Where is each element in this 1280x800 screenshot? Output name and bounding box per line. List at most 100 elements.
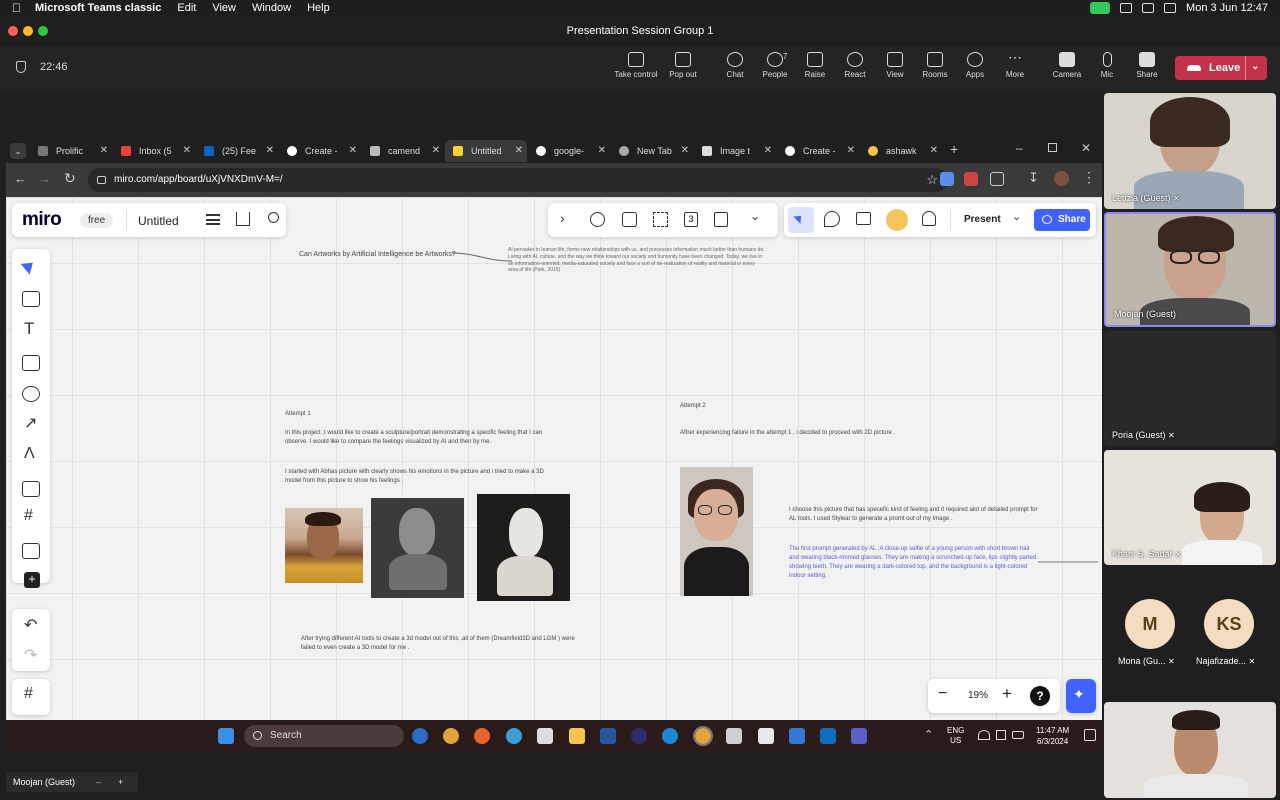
tab-inbox[interactable]: Inbox (5 ✕ <box>113 140 195 162</box>
close-tab-icon[interactable]: ✕ <box>349 140 357 162</box>
cursor-tool-active[interactable] <box>788 207 814 233</box>
plan-badge[interactable]: free <box>80 213 114 228</box>
battery-icon[interactable] <box>1142 3 1155 13</box>
more-tools-icon[interactable]: ⌄ <box>750 209 760 223</box>
self-view-tile[interactable] <box>1104 702 1276 798</box>
user-avatar[interactable] <box>886 209 908 231</box>
close-tab-icon[interactable]: ✕ <box>432 140 440 162</box>
templates-icon[interactable] <box>22 291 40 307</box>
frame-tool-icon[interactable]: # <box>24 507 33 525</box>
attempt2-title[interactable]: Attempt 2 <box>680 402 706 411</box>
attempt1-title[interactable]: Attempt 1 <box>285 410 311 419</box>
pop-out-button[interactable]: Pop out <box>659 52 707 79</box>
tab-search-icon[interactable]: ⌄ <box>10 143 26 159</box>
connector-line[interactable] <box>1036 559 1102 565</box>
3d-bust-white[interactable] <box>477 494 570 601</box>
apple-icon[interactable]:  <box>12 1 21 15</box>
attempt2-prompt[interactable]: The first prompt generated by AL :A clos… <box>789 545 1039 581</box>
restore-icon[interactable] <box>1048 143 1057 152</box>
participant-tile-active-speaker[interactable]: Moojan (Guest) <box>1104 212 1276 327</box>
browser-menu-icon[interactable]: ⋮ <box>1082 169 1096 186</box>
participant-tile[interactable]: Poria (Guest) ✕ <box>1104 331 1276 446</box>
menu-view[interactable]: View <box>212 2 236 14</box>
expand-chevron-icon[interactable]: › <box>560 210 565 226</box>
zoom-out-share-icon[interactable]: – <box>96 772 101 792</box>
voting-icon[interactable]: 3 <box>684 212 698 227</box>
telegram-icon[interactable] <box>506 728 522 744</box>
focus-icon[interactable] <box>653 212 668 227</box>
forward-icon[interactable]: → <box>38 171 51 186</box>
board-question[interactable]: Can Artworks by Artificial Intelligence … <box>299 250 469 259</box>
hamburger-menu-icon[interactable] <box>206 214 220 225</box>
taskbar-app-icon[interactable] <box>631 728 647 744</box>
zoom-in-share-icon[interactable]: + <box>118 772 123 792</box>
attempt1-intro[interactable]: In this project ,I would like to create … <box>285 429 555 447</box>
sticky-note-icon[interactable] <box>22 355 40 371</box>
connector-line[interactable] <box>446 251 516 265</box>
extension-icon[interactable] <box>964 172 978 186</box>
site-info-icon[interactable] <box>97 176 106 184</box>
tray-chevron-icon[interactable]: ⌃ <box>924 728 933 741</box>
chrome-active-icon[interactable] <box>693 726 713 746</box>
leave-button[interactable]: Leave ⌄ <box>1175 56 1267 80</box>
board-quote[interactable]: AI pervades in human life, forms new rel… <box>508 247 766 274</box>
search-icon[interactable] <box>268 212 279 223</box>
more-button[interactable]: ⋯ More <box>991 50 1039 79</box>
export-icon[interactable] <box>236 212 250 226</box>
present-button[interactable]: Present <box>964 214 1001 225</box>
redo-icon[interactable]: ↷ <box>24 645 37 665</box>
close-tab-icon[interactable]: ✕ <box>930 140 938 162</box>
zoom-in-icon[interactable]: + <box>1002 684 1012 704</box>
ai-assist-button[interactable]: ✦ <box>1066 679 1096 713</box>
comment-icon[interactable] <box>22 481 40 497</box>
pen-icon[interactable]: Λ <box>24 445 35 463</box>
bookmark-star-icon[interactable]: ☆ <box>926 168 938 192</box>
miro-share-button[interactable]: Share <box>1034 209 1090 231</box>
chevron-down-icon[interactable]: ⌄ <box>1251 55 1259 79</box>
close-window-icon[interactable] <box>8 26 18 36</box>
upload-icon[interactable] <box>22 543 40 559</box>
minimize-window-icon[interactable] <box>23 26 33 36</box>
close-tab-icon[interactable]: ✕ <box>515 140 523 162</box>
battery-icon[interactable] <box>1012 731 1024 739</box>
reactions-icon[interactable] <box>824 211 840 227</box>
tab-ashawk[interactable]: ashawk ✕ <box>860 140 942 162</box>
reload-icon[interactable]: ↻ <box>64 170 76 187</box>
profile-avatar[interactable] <box>1054 171 1069 186</box>
participant-tile[interactable]: Letizia (Guest) ✕ <box>1104 93 1276 209</box>
connection-line-icon[interactable]: ↗ <box>24 413 37 433</box>
board-name[interactable]: Untitled <box>138 214 179 228</box>
close-tab-icon[interactable]: ✕ <box>598 140 606 162</box>
tab-prolific[interactable]: Prolific ✕ <box>30 140 112 162</box>
search-menubar-icon[interactable] <box>1164 3 1177 13</box>
taskbar-app-icon[interactable] <box>726 728 742 744</box>
undo-icon[interactable]: ↶ <box>24 615 37 635</box>
attempt1-conclusion[interactable]: After trying different AI tools to creat… <box>301 635 586 653</box>
outlook-icon[interactable] <box>820 728 836 744</box>
taskbar-app-icon[interactable] <box>412 728 428 744</box>
tab-create-2[interactable]: Create - ✕ <box>777 140 859 162</box>
close-tab-icon[interactable]: ✕ <box>847 140 855 162</box>
zoom-out-icon[interactable]: − <box>938 685 947 703</box>
video-status-icon[interactable] <box>1090 2 1111 14</box>
notifications-bell-icon[interactable] <box>922 211 936 226</box>
menu-help[interactable]: Help <box>307 2 330 14</box>
taskbar-app-icon[interactable] <box>789 728 805 744</box>
close-browser-icon[interactable]: ✕ <box>1081 141 1091 155</box>
tab-linkedin[interactable]: (25) Fee ✕ <box>196 140 278 162</box>
help-icon[interactable]: ? <box>1030 686 1050 706</box>
windows-start-icon[interactable] <box>218 728 234 744</box>
select-tool-icon[interactable] <box>20 257 38 275</box>
zoom-window-icon[interactable] <box>38 26 48 36</box>
close-tab-icon[interactable]: ✕ <box>681 140 689 162</box>
participant-tile[interactable]: Khani S, Sadaf ✕ <box>1104 450 1276 565</box>
teams-icon[interactable] <box>851 728 867 744</box>
notifications-icon[interactable] <box>1084 729 1096 741</box>
edge-icon[interactable] <box>662 728 678 744</box>
tab-google[interactable]: google- ✕ <box>528 140 610 162</box>
present-options-chevron-icon[interactable]: ⌄ <box>1012 210 1021 223</box>
zoom-level[interactable]: 19% <box>968 690 988 701</box>
photo-abhas[interactable] <box>285 508 363 583</box>
language-indicator[interactable]: ENG US <box>947 726 964 746</box>
shapes-icon[interactable] <box>22 386 40 402</box>
